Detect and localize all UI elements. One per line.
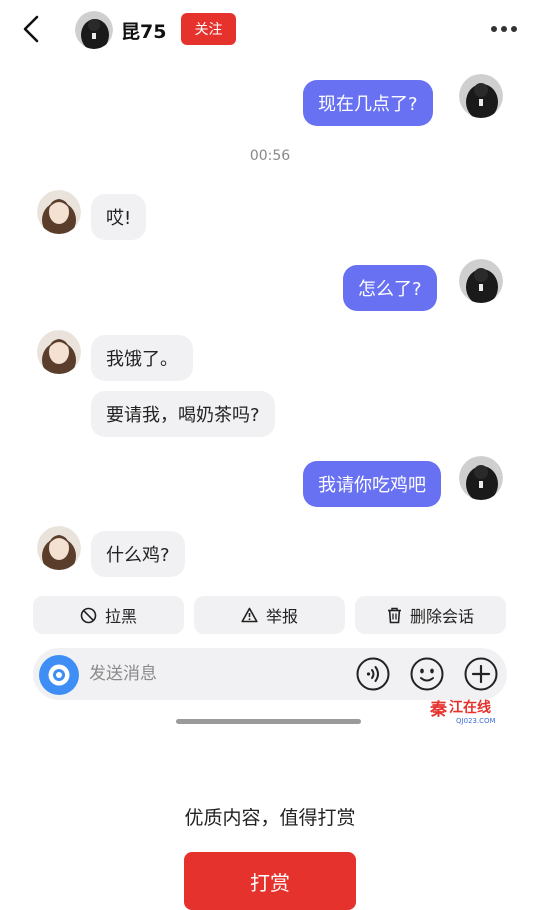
plus-button[interactable] bbox=[463, 656, 499, 692]
voice-icon bbox=[356, 657, 390, 691]
delete-conversation-button[interactable]: 删除会话 bbox=[355, 596, 506, 634]
message-bubble-outgoing[interactable]: 我请你吃鸡吧 bbox=[303, 461, 441, 507]
emoji-icon bbox=[410, 657, 444, 691]
camera-button[interactable] bbox=[39, 655, 79, 695]
chat-header: 昆75 关注 bbox=[0, 0, 540, 60]
message-input[interactable] bbox=[89, 661, 339, 687]
warning-icon bbox=[241, 607, 258, 623]
svg-text:秦: 秦 bbox=[430, 699, 447, 720]
block-icon bbox=[80, 607, 97, 623]
block-label: 拉黑 bbox=[104, 607, 137, 626]
message-timestamp: 00:56 bbox=[249, 148, 291, 164]
my-avatar[interactable] bbox=[459, 74, 503, 118]
message-bubble-incoming[interactable]: 我饿了。 bbox=[91, 335, 193, 381]
chevron-left-icon bbox=[23, 15, 39, 43]
contact-avatar-in-chat[interactable] bbox=[37, 526, 81, 570]
more-horizontal-icon bbox=[491, 26, 517, 32]
follow-button[interactable]: 关注 bbox=[181, 13, 236, 45]
watermark-logo: 秦 江在线 QJ023.COM bbox=[430, 697, 510, 727]
message-bubble-incoming[interactable]: 要请我，喝奶茶吗? bbox=[91, 391, 275, 437]
report-label: 举报 bbox=[265, 607, 298, 626]
trash-icon bbox=[387, 607, 401, 623]
home-indicator bbox=[176, 719, 361, 724]
contact-avatar[interactable] bbox=[75, 11, 113, 49]
my-avatar[interactable] bbox=[459, 259, 503, 303]
message-bubble-outgoing[interactable]: 现在几点了? bbox=[303, 80, 433, 126]
block-button[interactable]: 拉黑 bbox=[33, 596, 184, 634]
svg-text:江在线: 江在线 bbox=[449, 699, 491, 716]
delete-conversation-label: 删除会话 bbox=[409, 607, 474, 626]
camera-icon bbox=[48, 664, 70, 686]
tip-prompt: 优质内容，值得打赏 bbox=[184, 807, 356, 829]
more-button[interactable] bbox=[486, 14, 522, 44]
tip-button[interactable]: 打赏 bbox=[184, 852, 356, 910]
contact-avatar-in-chat[interactable] bbox=[37, 190, 81, 234]
my-avatar[interactable] bbox=[459, 456, 503, 500]
contact-name: 昆75 bbox=[121, 21, 167, 43]
svg-text:QJ023.COM: QJ023.COM bbox=[456, 717, 496, 725]
message-bubble-outgoing[interactable]: 怎么了? bbox=[343, 265, 437, 311]
emoji-button[interactable] bbox=[409, 656, 445, 692]
contact-avatar-in-chat[interactable] bbox=[37, 330, 81, 374]
back-button[interactable] bbox=[14, 12, 48, 46]
message-composer bbox=[33, 648, 507, 700]
voice-button[interactable] bbox=[355, 656, 391, 692]
report-button[interactable]: 举报 bbox=[194, 596, 345, 634]
message-bubble-incoming[interactable]: 什么鸡? bbox=[91, 531, 185, 577]
message-bubble-incoming[interactable]: 哎! bbox=[91, 194, 147, 240]
plus-icon bbox=[464, 657, 498, 691]
